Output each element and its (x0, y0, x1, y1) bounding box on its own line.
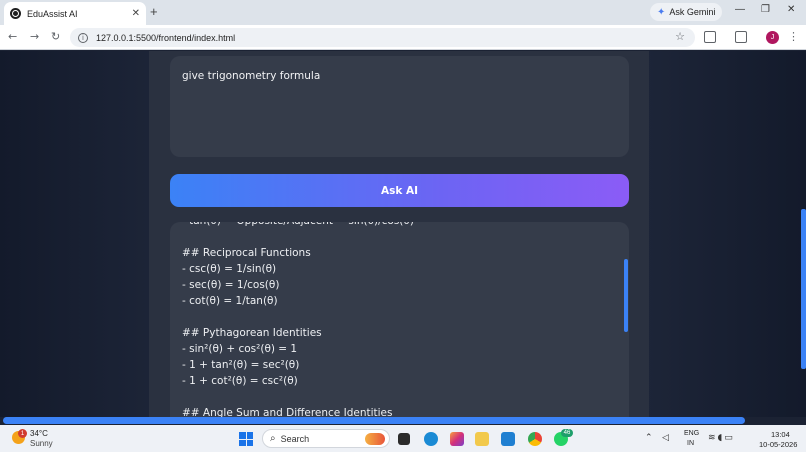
window-close-button[interactable]: ✕ (787, 4, 795, 15)
back-arrow-icon[interactable]: ← (8, 30, 17, 43)
answer-line (182, 309, 414, 325)
new-tab-button[interactable]: + (150, 4, 158, 19)
extensions-icon[interactable] (704, 31, 716, 43)
address-bar[interactable]: i 127.0.0.1:5500/frontend/index.html ☆ (70, 28, 695, 47)
answer-scrollbar-thumb[interactable] (624, 259, 628, 332)
browser-tab[interactable]: EduAssist AI ✕ (4, 2, 146, 25)
taskbar-search-label: Search (280, 433, 310, 444)
answer-line: - 1 + cot²(θ) = csc²(θ) (182, 375, 298, 387)
window-minimize-button[interactable]: — (735, 4, 745, 15)
forward-arrow-icon[interactable]: → (30, 30, 39, 43)
search-highlight-icon (365, 433, 385, 445)
ask-gemini-label: Ask Gemini (669, 7, 716, 17)
app-container: give trigonometry formula Ask AI - tan(θ… (149, 51, 649, 425)
language-indicator-line2[interactable]: IN (687, 440, 694, 447)
horizontal-scrollbar[interactable] (0, 417, 806, 425)
tab-close-icon[interactable]: ✕ (132, 8, 140, 19)
vscode-icon[interactable] (501, 432, 515, 446)
gemini-sparkle-icon: ✦ (657, 6, 666, 18)
clock-time[interactable]: 13:04 (771, 430, 790, 439)
answer-line: - sin²(θ) + cos²(θ) = 1 (182, 343, 298, 355)
answer-line: ## Pythagorean Identities (182, 327, 322, 339)
weather-condition: Sunny (30, 439, 53, 448)
site-info-icon[interactable]: i (78, 32, 88, 43)
page-viewport: give trigonometry formula Ask AI - tan(θ… (0, 51, 806, 425)
answer-line: - 1 + tan²(θ) = sec²(θ) (182, 359, 300, 371)
page-scrollbar-thumb[interactable] (801, 209, 806, 369)
ask-gemini-button[interactable]: ✦ Ask Gemini (650, 3, 723, 21)
answer-line (182, 389, 414, 405)
ask-ai-button[interactable]: Ask AI (170, 174, 629, 207)
pen-icon[interactable]: ◁ (662, 433, 669, 443)
answer-line: - csc(θ) = 1/sin(θ) (182, 263, 277, 275)
answer-text: - tan(θ) = Opposite/Adjacent = sin(θ)/co… (182, 222, 414, 421)
windows-taskbar: 1 34°C Sunny ⌕ Search 46 ⌃ ◁ ENG IN ≋◖▭ … (0, 425, 806, 452)
wifi-volume-battery-icon[interactable]: ≋◖▭ (708, 433, 735, 443)
browser-tab-strip: EduAssist AI ✕ + ✦ Ask Gemini — ❐ ✕ (0, 0, 806, 25)
browser-menu-icon[interactable]: ⋮ (788, 30, 799, 43)
answer-line: - cot(θ) = 1/tan(θ) (182, 295, 278, 307)
prompt-text: give trigonometry formula (182, 70, 321, 82)
ask-ai-label: Ask AI (380, 184, 419, 197)
answer-panel[interactable]: - tan(θ) = Opposite/Adjacent = sin(θ)/co… (170, 222, 629, 425)
search-icon: ⌕ (270, 433, 276, 444)
address-url: 127.0.0.1:5500/frontend/index.html (96, 32, 236, 43)
tab-search-icon[interactable] (735, 31, 747, 43)
whatsapp-badge: 46 (561, 429, 573, 437)
tab-favicon-icon (10, 8, 21, 19)
answer-line (182, 229, 414, 245)
answer-line: ## Reciprocal Functions (182, 247, 311, 259)
reload-icon[interactable]: ↻ (51, 30, 60, 43)
file-explorer-icon[interactable] (475, 432, 489, 446)
window-restore-button[interactable]: ❐ (761, 4, 770, 15)
browser-toolbar: ← → ↻ i 127.0.0.1:5500/frontend/index.ht… (0, 25, 806, 50)
answer-line: - tan(θ) = Opposite/Adjacent = sin(θ)/co… (182, 222, 414, 229)
horizontal-scrollbar-thumb[interactable] (3, 417, 745, 424)
start-windows-icon[interactable] (239, 432, 253, 446)
bookmark-star-icon[interactable]: ☆ (675, 30, 685, 43)
prompt-textarea[interactable]: give trigonometry formula (170, 56, 629, 157)
tray-overflow-chevron-icon[interactable]: ⌃ (645, 433, 653, 443)
answer-line: - sec(θ) = 1/cos(θ) (182, 279, 280, 291)
edge-browser-icon[interactable] (424, 432, 438, 446)
weather-temperature: 34°C (30, 429, 48, 438)
profile-avatar[interactable]: J (766, 31, 779, 44)
chrome-icon[interactable] (528, 432, 542, 446)
instagram-icon[interactable] (450, 432, 464, 446)
weather-alert-badge: 1 (18, 429, 27, 438)
taskbar-search[interactable]: ⌕ Search (262, 429, 390, 448)
task-view-icon[interactable] (398, 433, 410, 445)
clock-date[interactable]: 10-05-2026 (759, 440, 797, 449)
tab-title: EduAssist AI (27, 8, 78, 19)
language-indicator-line1[interactable]: ENG (684, 430, 699, 437)
